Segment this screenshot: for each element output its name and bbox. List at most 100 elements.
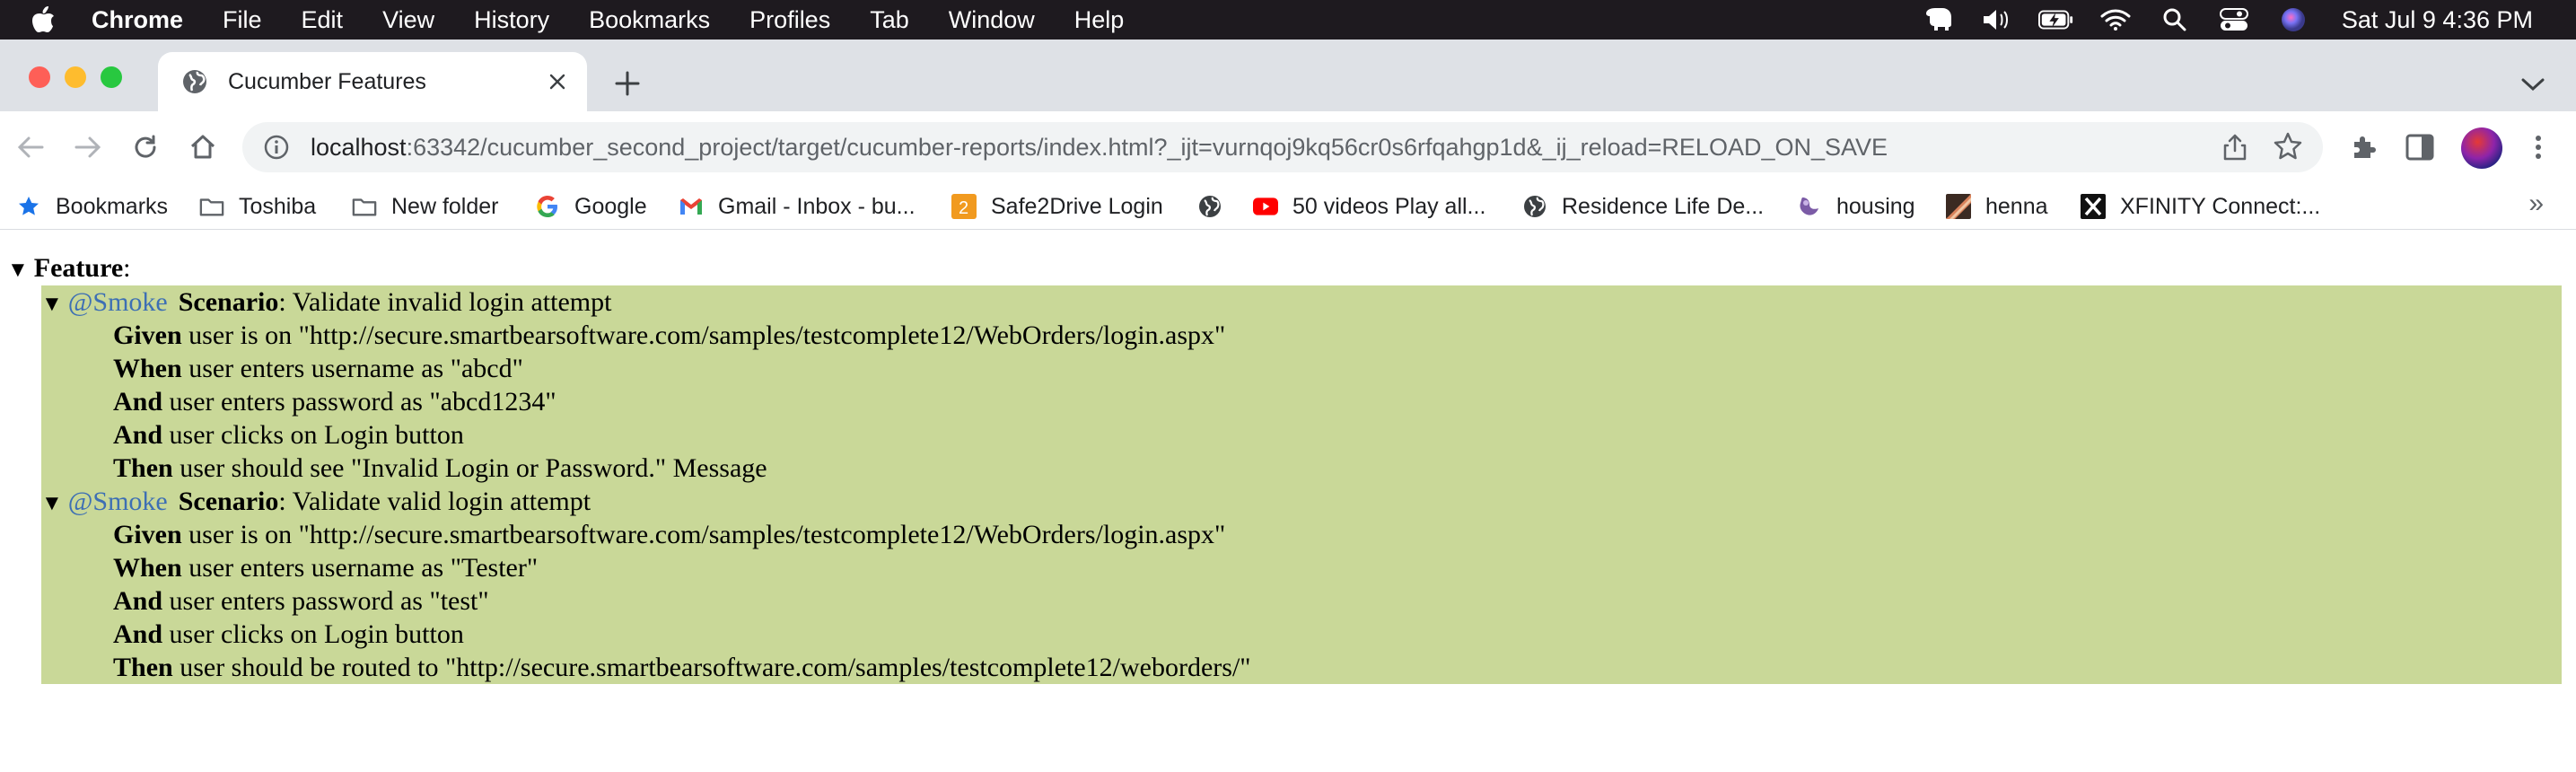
youtube-icon — [1253, 194, 1278, 219]
bookmark-henna[interactable]: henna — [1946, 190, 2048, 223]
menu-window[interactable]: Window — [949, 6, 1035, 34]
step-keyword: And — [113, 619, 163, 649]
home-icon[interactable] — [185, 129, 221, 165]
step-keyword: And — [113, 420, 163, 450]
bookmarks-bar: Bookmarks Toshiba New folder Google Gmai… — [0, 183, 2576, 230]
address-bar[interactable]: localhost:63342/cucumber_second_project/… — [242, 122, 2323, 172]
scenario-block: ▼ @Smoke Scenario: Validate invalid login … — [41, 285, 2562, 487]
site-info-icon[interactable] — [262, 133, 291, 162]
bookmark-label: henna — [1985, 193, 2048, 219]
browser-toolbar: localhost:63342/cucumber_second_project/… — [0, 111, 2576, 183]
feature-header[interactable]: ▼ Feature: — [7, 253, 131, 284]
step-keyword: When — [113, 553, 182, 583]
step-keyword: Given — [113, 320, 182, 350]
bookmark-label: Safe2Drive Login — [991, 193, 1163, 219]
menu-tab[interactable]: Tab — [870, 6, 909, 34]
step-text: user enters username as "Tester" — [181, 553, 539, 583]
step-keyword: Then — [113, 653, 173, 682]
step-line: And user enters password as "test" — [113, 584, 489, 618]
step-line: When user enters username as "abcd" — [113, 352, 523, 385]
chrome-menu-icon[interactable] — [2520, 129, 2556, 165]
menu-edit[interactable]: Edit — [302, 6, 344, 34]
tab-title: Cucumber Features — [228, 68, 426, 94]
menu-history[interactable]: History — [474, 6, 549, 34]
profile-avatar[interactable] — [2461, 127, 2502, 169]
side-panel-icon[interactable] — [2402, 129, 2438, 165]
step-line: Then user should be routed to "http://se… — [113, 651, 1251, 684]
reload-icon[interactable] — [127, 129, 163, 165]
bookmark-label: New folder — [391, 193, 499, 219]
new-tab-plus-icon[interactable] — [610, 66, 644, 101]
step-line: Then user should see "Invalid Login or P… — [113, 452, 767, 485]
share-icon[interactable] — [2221, 133, 2249, 162]
globe-icon — [1197, 194, 1222, 219]
feature-label: Feature — [33, 253, 124, 283]
volume-icon[interactable] — [1979, 6, 2015, 33]
menubar-clock[interactable]: Sat Jul 9 4:36 PM — [2342, 6, 2533, 34]
step-line: When user enters username as "Tester" — [113, 551, 538, 584]
folder-icon — [352, 194, 377, 219]
expand-triangle-icon[interactable]: ▼ — [7, 259, 29, 283]
bookmark-50-videos[interactable]: 50 videos Play all... — [1253, 190, 1485, 223]
expand-triangle-icon[interactable]: ▼ — [41, 288, 63, 321]
step-text: user should be routed to "http://secure.… — [172, 653, 1251, 682]
step-text: user should see "Invalid Login or Passwo… — [172, 453, 767, 483]
siri-icon[interactable] — [2275, 6, 2311, 33]
back-arrow-icon[interactable] — [13, 129, 48, 165]
tab-cucumber-features[interactable]: Cucumber Features — [158, 52, 587, 111]
step-text: user is on "http://secure.smartbearsoftw… — [181, 320, 1226, 350]
bookmark-gmail[interactable]: Gmail - Inbox - bu... — [679, 190, 916, 223]
control-center-icon[interactable] — [2216, 6, 2252, 33]
menu-profiles[interactable]: Profiles — [749, 6, 830, 34]
scenario-header[interactable]: ▼ @Smoke Scenario: Validate invalid login … — [41, 285, 611, 321]
close-tab-icon[interactable] — [544, 68, 571, 95]
bookmark-safe2drive[interactable]: 2 Safe2Drive Login — [951, 190, 1163, 223]
step-text: user clicks on Login button — [162, 420, 464, 450]
step-line: And user clicks on Login button — [113, 418, 464, 452]
more-bookmarks-chevron-icon[interactable]: » — [2528, 189, 2544, 219]
window-maximize-button[interactable] — [101, 66, 122, 88]
bookmark-housing[interactable]: housing — [1797, 190, 1915, 223]
tab-search-chevron-icon[interactable] — [2519, 70, 2547, 99]
globe-favicon-icon — [181, 68, 208, 95]
menu-help[interactable]: Help — [1074, 6, 1125, 34]
bookmark-xfinity[interactable]: XFINITY Connect:... — [2081, 190, 2320, 223]
bookmark-new-folder[interactable]: New folder — [352, 190, 499, 223]
url-text[interactable]: localhost:63342/cucumber_second_project/… — [311, 134, 1888, 162]
spotlight-search-icon[interactable] — [2157, 6, 2193, 33]
bookmark-residence-life[interactable]: Residence Life De... — [1522, 190, 1764, 223]
scenario-tag: @Smoke — [67, 287, 168, 317]
bookmark-star-icon[interactable] — [2273, 131, 2303, 162]
step-text: user enters username as "abcd" — [181, 354, 523, 383]
bookmark-google[interactable]: Google — [535, 190, 647, 223]
window-close-button[interactable] — [29, 66, 50, 88]
extensions-puzzle-icon[interactable] — [2346, 129, 2382, 165]
bookmark-globe[interactable] — [1197, 190, 1237, 223]
bookmark-toshiba[interactable]: Toshiba — [199, 190, 316, 223]
apple-menu-icon[interactable] — [27, 4, 59, 36]
scenario-header[interactable]: ▼ @Smoke Scenario: Validate valid login at… — [41, 485, 591, 521]
xfinity-icon — [2081, 194, 2106, 219]
step-text: user clicks on Login button — [162, 619, 464, 649]
menu-chrome[interactable]: Chrome — [92, 6, 183, 34]
step-text: user enters password as "abcd1234" — [162, 387, 556, 417]
menu-view[interactable]: View — [382, 6, 434, 34]
henna-icon — [1946, 194, 1971, 219]
feature-colon: : — [123, 253, 131, 283]
step-keyword: And — [113, 586, 163, 616]
scenario-block: ▼ @Smoke Scenario: Validate valid login at… — [41, 485, 2562, 684]
step-keyword: Then — [113, 453, 173, 483]
safe2drive-icon: 2 — [951, 194, 977, 219]
battery-icon[interactable] — [2037, 6, 2074, 33]
elephant-app-icon[interactable] — [1920, 6, 1956, 33]
forward-arrow-icon[interactable] — [70, 129, 106, 165]
bookmark-label: XFINITY Connect:... — [2120, 193, 2321, 219]
menu-bookmarks[interactable]: Bookmarks — [589, 6, 710, 34]
expand-triangle-icon[interactable]: ▼ — [41, 487, 63, 521]
scenario-tag: @Smoke — [67, 487, 168, 516]
bookmark-bookmarks[interactable]: Bookmarks — [16, 190, 168, 223]
menu-file[interactable]: File — [223, 6, 262, 34]
window-minimize-button[interactable] — [65, 66, 86, 88]
scenario-title: : Validate valid login attempt — [278, 487, 591, 516]
wifi-icon[interactable] — [2098, 6, 2134, 33]
